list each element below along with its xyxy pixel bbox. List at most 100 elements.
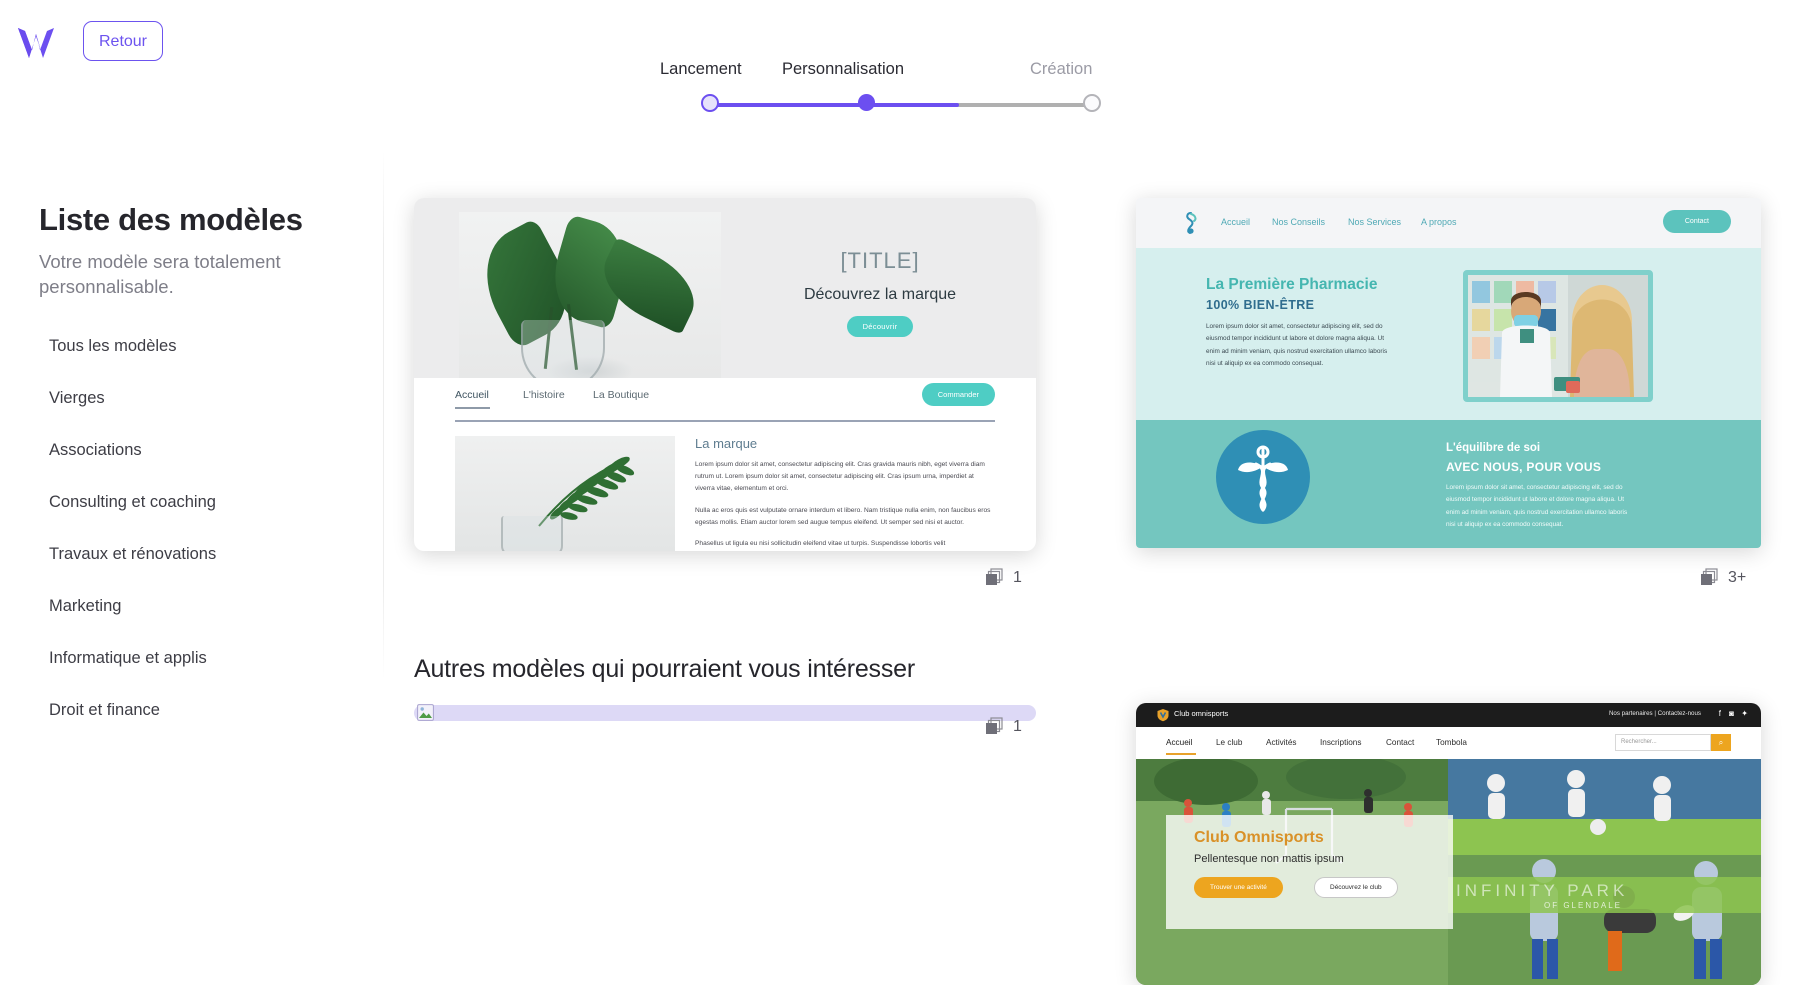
sidebar-item-informatique[interactable]: Informatique et applis <box>49 632 369 684</box>
sidebar-item-travaux[interactable]: Travaux et rénovations <box>49 528 369 580</box>
pharmacy-band-paragraph: Lorem ipsum dolor sit amet, consectetur … <box>1446 484 1628 529</box>
sport-hero-title: Club Omnisports <box>1194 829 1324 846</box>
brand-nav-active-underline <box>455 407 490 409</box>
step-label-lancement: Lancement <box>660 60 742 78</box>
sport-nav-active-underline <box>1166 753 1196 755</box>
template-card-omnisports[interactable]: Club omnisports Nos partenaires | Contac… <box>1136 703 1761 985</box>
brand-subtitle: Découvrez la marque <box>803 286 957 303</box>
brand-thumb-photo <box>455 436 675 551</box>
brand-order-button[interactable]: Commander <box>921 383 995 406</box>
sport-nav-tombola[interactable]: Tombola <box>1436 738 1467 747</box>
pharmacist-photo <box>1463 270 1653 402</box>
caduceus-logo-icon <box>1186 212 1197 234</box>
category-list: Tous les modèles Vierges Associations Co… <box>49 320 369 736</box>
sport-search-placeholder: Rechercher... <box>1621 739 1657 745</box>
sport-topbar-links[interactable]: Nos partenaires | Contactez-nous <box>1609 710 1701 717</box>
sidebar-item-consulting[interactable]: Consulting et coaching <box>49 476 369 528</box>
search-icon[interactable]: ⌕ <box>1711 734 1731 751</box>
pharmacy-nav-nos-services[interactable]: Nos Services <box>1348 217 1401 227</box>
pharmacy-band-heading-2: AVEC NOUS, POUR VOUS <box>1446 460 1602 474</box>
brand-divider <box>455 420 995 422</box>
brand-nav: Accueil L'histoire La Boutique Commander <box>455 383 995 419</box>
page-count-pharmacie: 3+ <box>1700 568 1746 587</box>
sidebar-item-marketing[interactable]: Marketing <box>49 580 369 632</box>
page-count-other: 1 <box>985 717 1022 736</box>
sidebar-item-tous-les-modeles[interactable]: Tous les modèles <box>49 320 369 372</box>
step-label-personnalisation: Personnalisation <box>782 60 904 78</box>
sport-topbar: Club omnisports Nos partenaires | Contac… <box>1136 703 1761 727</box>
brand-copy: La marque Lorem ipsum dolor sit amet, co… <box>695 436 995 551</box>
brand-paragraph-1: Lorem ipsum dolor sit amet, consectetur … <box>695 461 985 493</box>
step-label-creation: Création <box>1030 60 1093 78</box>
brand-nav-accueil[interactable]: Accueil <box>455 389 489 401</box>
pharmacy-contact-button[interactable]: Contact <box>1662 210 1731 233</box>
plant-photo <box>459 212 721 378</box>
pharmacy-nav-accueil[interactable]: Accueil <box>1221 217 1250 227</box>
sport-hero-subtitle: Pellentesque non mattis ipsum <box>1194 853 1344 865</box>
pharmacy-paragraph: Lorem ipsum dolor sit amet, consectetur … <box>1206 323 1388 368</box>
others-section-title: Autres modèles qui pourraient vous intér… <box>414 655 915 683</box>
pharmacy-nav-nos-conseils[interactable]: Nos Conseils <box>1272 217 1325 227</box>
sport-cta-primary[interactable]: Trouver une activité <box>1194 877 1283 898</box>
template-card-pharmacie[interactable]: Accueil Nos Conseils Nos Services A prop… <box>1136 198 1761 548</box>
pharmacy-hero: La Première Pharmacie 100% BIEN-ÊTRE Lor… <box>1136 248 1761 420</box>
rugby-illustration <box>1448 759 1761 985</box>
sidebar-item-droit-finance[interactable]: Droit et finance <box>49 684 369 736</box>
pharmacy-band: L'équilibre de soi AVEC NOUS, POUR VOUS … <box>1136 420 1761 548</box>
sport-banner-text-1: INFINITY PARK <box>1456 881 1629 900</box>
pharmacy-heading-1: La Première Pharmacie <box>1206 276 1378 293</box>
stepper-dot-personnalisation[interactable] <box>858 94 875 111</box>
sport-nav-le-club[interactable]: Le club <box>1216 738 1242 747</box>
broken-image-icon <box>417 704 434 721</box>
sport-photo-right <box>1448 759 1761 985</box>
sport-brand-name: Club omnisports <box>1174 709 1229 718</box>
pharmacy-nav-a-propos[interactable]: A propos <box>1421 217 1457 227</box>
sidebar-item-associations[interactable]: Associations <box>49 424 369 476</box>
stacked-pages-icon <box>986 568 1003 585</box>
facebook-icon[interactable]: f <box>1719 709 1721 718</box>
page-count-value: 1 <box>1013 568 1022 586</box>
sport-banner-text-2: OF GLENDALE <box>1544 901 1623 910</box>
page-count-brand: 1 <box>985 568 1022 587</box>
brand-section-heading: La marque <box>695 436 758 451</box>
brand-title: [TITLE] <box>840 248 920 273</box>
sport-nav-inscriptions[interactable]: Inscriptions <box>1320 738 1361 747</box>
stepper-progress-fill <box>709 103 959 107</box>
sidebar-divider <box>383 150 384 680</box>
page-count-value: 1 <box>1013 717 1022 735</box>
w-logo-icon[interactable] <box>16 24 66 64</box>
stacked-pages-icon <box>1701 568 1718 585</box>
pharmacy-navbar: Accueil Nos Conseils Nos Services A prop… <box>1136 198 1761 248</box>
shield-logo-icon <box>1157 709 1169 722</box>
twitter-icon[interactable]: ✦ <box>1741 709 1748 718</box>
sidebar-item-vierges[interactable]: Vierges <box>49 372 369 424</box>
stepper-dot-lancement[interactable] <box>701 94 719 112</box>
pharmacy-heading-2: 100% BIEN-ÊTRE <box>1206 298 1315 312</box>
stepper-dot-creation[interactable] <box>1083 94 1101 112</box>
brand-hero-text: [TITLE] Découvrez la marque Découvrir <box>724 222 1036 337</box>
page-title: Liste des modèles <box>39 202 303 237</box>
brand-nav-lhistoire[interactable]: L'histoire <box>523 389 565 401</box>
instagram-icon[interactable]: ◙ <box>1729 709 1734 718</box>
sport-nav-contact[interactable]: Contact <box>1386 738 1414 747</box>
brand-nav-laboutique[interactable]: La Boutique <box>593 389 649 401</box>
back-button[interactable]: Retour <box>83 21 163 61</box>
sport-cta-secondary[interactable]: Découvrez le club <box>1314 877 1398 898</box>
stepper-labels: Lancement Personnalisation Création <box>660 60 1120 86</box>
page-count-value: 3+ <box>1728 568 1747 586</box>
sport-nav-activites[interactable]: Activités <box>1266 738 1296 747</box>
template-card-brand[interactable]: [TITLE] Découvrez la marque Découvrir Ac… <box>414 198 1036 551</box>
sport-banner: INFINITY PARK OF GLENDALE <box>1448 877 1761 913</box>
progress-stepper: Lancement Personnalisation Création <box>660 60 1120 130</box>
page-subtitle: Votre modèle sera totalement personnalis… <box>39 251 281 297</box>
brand-hero: [TITLE] Découvrez la marque Découvrir <box>414 198 1036 378</box>
sport-search-input[interactable]: Rechercher... <box>1615 734 1711 751</box>
caduceus-icon <box>1216 430 1310 524</box>
brand-cta-button[interactable]: Découvrir <box>846 316 914 337</box>
vase-shape <box>521 320 605 378</box>
sport-navbar: Accueil Le club Activités Inscriptions C… <box>1136 727 1761 759</box>
sidebar: Liste des modèles Votre modèle sera tota… <box>0 190 385 985</box>
others-skeleton-placeholder[interactable] <box>414 705 1036 721</box>
sport-nav-accueil[interactable]: Accueil <box>1166 738 1192 747</box>
brand-paragraph-3: Phasellus ut ligula eu nisi sollicitudin… <box>695 539 946 547</box>
